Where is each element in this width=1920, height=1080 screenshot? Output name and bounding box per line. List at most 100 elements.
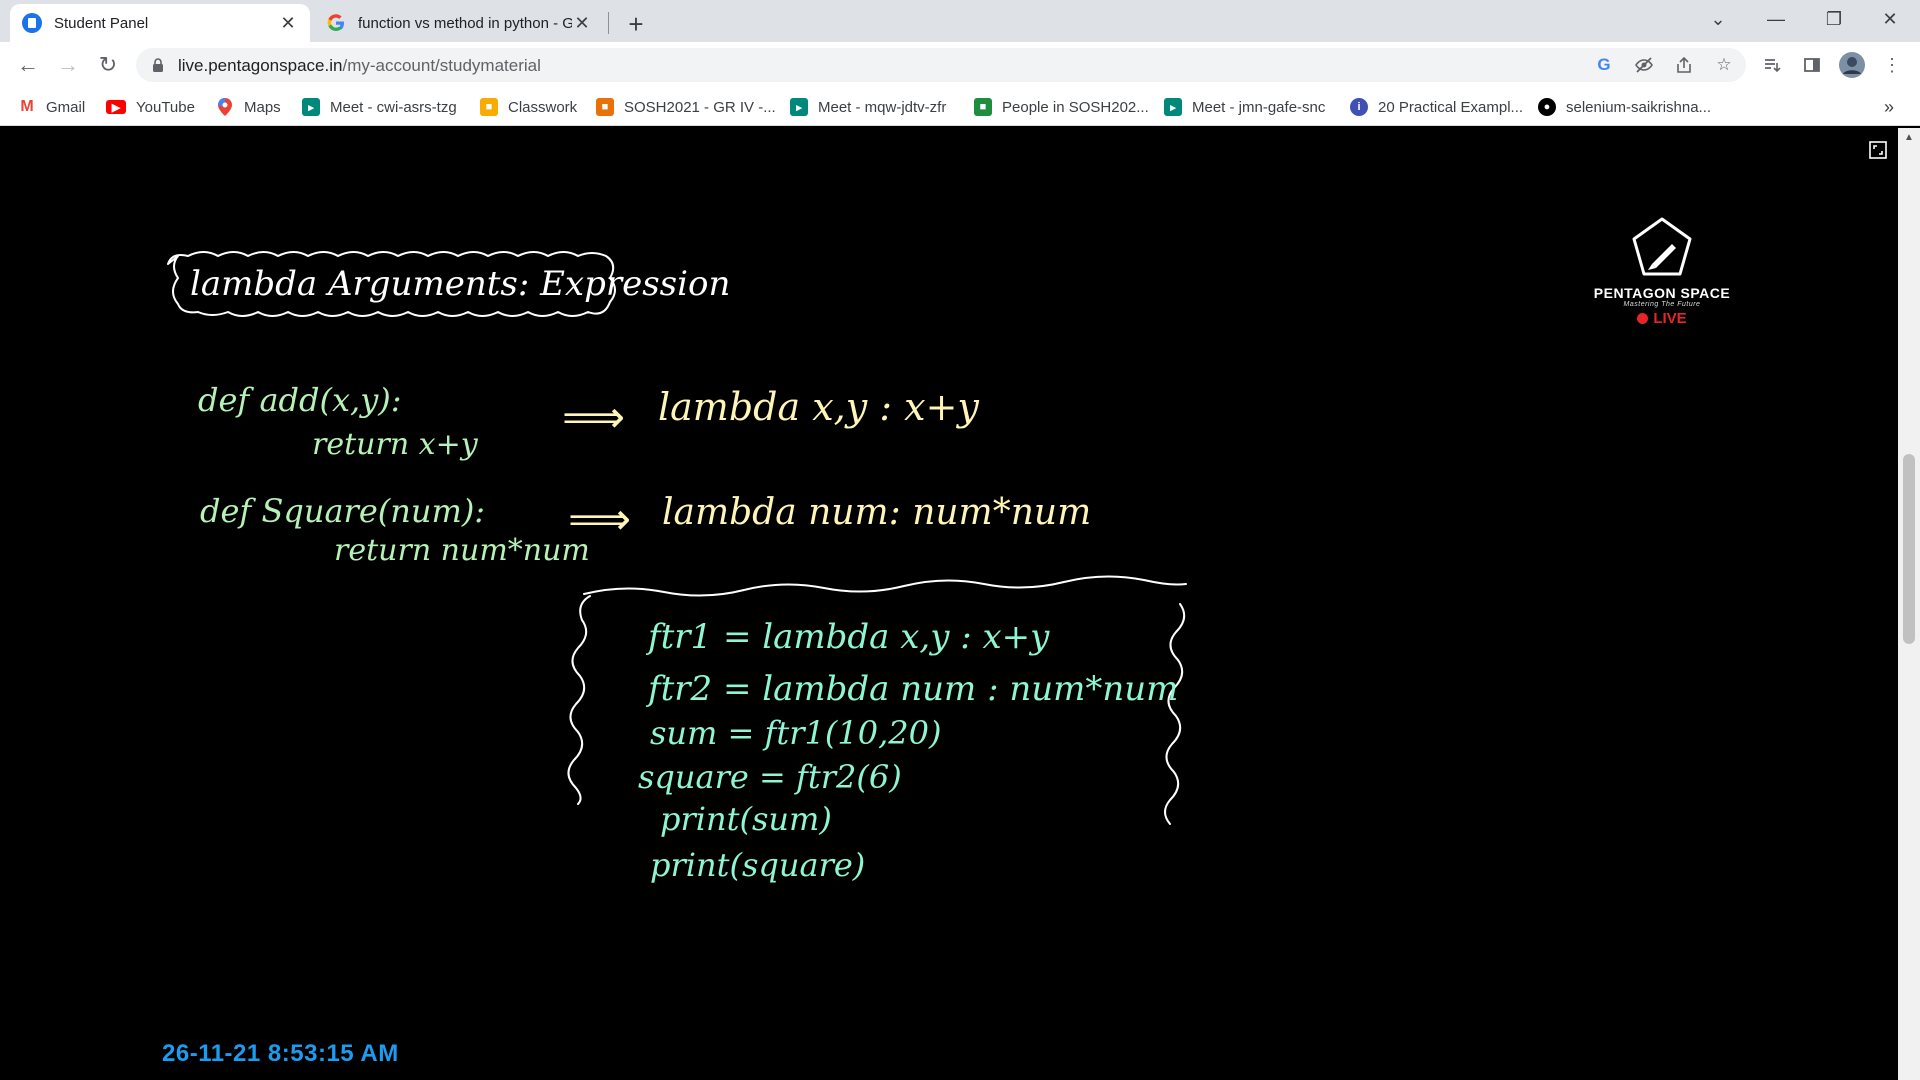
bookmarks-overflow-button[interactable]: »	[1884, 97, 1894, 117]
arrow-1-icon: ⟹	[562, 392, 625, 443]
back-button[interactable]: ←	[12, 49, 44, 81]
lock-icon	[153, 58, 163, 72]
minimize-button[interactable]: —	[1748, 0, 1804, 38]
arrow-right-icon: →	[57, 52, 79, 77]
eye-off-icon[interactable]	[1632, 53, 1656, 77]
url-path: /my-account/studymaterial	[342, 56, 541, 75]
classroom-icon: ■	[480, 98, 498, 116]
live-dot-icon	[1637, 313, 1649, 324]
lambda-square-text: lambda num: num*num	[662, 492, 1091, 533]
tab-student-panel[interactable]: Student Panel ✕	[10, 4, 310, 42]
new-tab-button[interactable]: +	[620, 8, 652, 40]
box-line-ftr2: ftr2 = lambda num : num*num	[645, 669, 1178, 709]
tab-search-button[interactable]: ⌄	[1690, 0, 1746, 38]
bookmark-label: Maps	[244, 98, 281, 116]
restore-icon: ❐	[1825, 8, 1843, 29]
site-icon: i	[1350, 98, 1368, 116]
live-badge: LIVE	[1588, 310, 1736, 327]
arrow-left-icon: ←	[17, 52, 39, 77]
bookmark-label: Classwork	[508, 98, 578, 116]
browser-toolbar: ← → ↻ live.pentagonspace.in/my-account/s…	[0, 42, 1920, 88]
reading-list-icon[interactable]	[1758, 51, 1786, 79]
scroll-up-icon[interactable]: ▲	[1903, 132, 1915, 144]
close-window-button[interactable]: ✕	[1862, 0, 1918, 38]
tab-title: function vs method in python - G	[358, 14, 572, 32]
bookmark-label: YouTube	[136, 98, 195, 116]
bookmark-meet-3[interactable]: ▸ Meet - jmn-gafe-snc	[1164, 97, 1325, 117]
bookmark-label: SOSH2021 - GR IV -...	[624, 98, 776, 116]
bookmark-gmail[interactable]: M Gmail	[18, 97, 85, 117]
url-host: live.pentagonspace.in	[178, 56, 343, 75]
youtube-icon: ▶	[106, 100, 126, 114]
close-tab-icon[interactable]: ✕	[572, 13, 592, 33]
bookmark-label: Gmail	[46, 98, 86, 116]
forward-button[interactable]: →	[52, 49, 84, 81]
meet-icon: ▸	[302, 98, 320, 116]
video-timestamp: 26-11-21 8:53:15 AM	[162, 1040, 399, 1067]
meet-icon: ▸	[1164, 98, 1182, 116]
box-line-sum: sum = ftr1(10,20)	[650, 714, 941, 752]
share-icon[interactable]	[1672, 53, 1696, 77]
return-square-line: return num*num	[334, 533, 590, 568]
close-icon: ✕	[1882, 8, 1898, 29]
side-panel-icon[interactable]	[1798, 51, 1826, 79]
reload-icon: ↻	[98, 52, 118, 77]
tab-strip: Student Panel ✕ function vs method in py…	[0, 0, 1920, 42]
bookmarks-bar: M Gmail ▶ YouTube Maps ▸ Meet - cwi-asrs-tz…	[0, 88, 1920, 126]
reload-button[interactable]: ↻	[92, 49, 124, 81]
scrollbar-thumb[interactable]	[1903, 454, 1915, 644]
meet-icon: ▸	[790, 98, 808, 116]
address-bar[interactable]: live.pentagonspace.in/my-account/studyma…	[136, 48, 1746, 82]
lambda-add-text: lambda x,y : x+y	[658, 385, 979, 429]
kebab-menu-icon[interactable]: ⋮	[1878, 51, 1906, 79]
bookmark-meet-2[interactable]: ▸ Meet - mqw-jdtv-zfr	[790, 97, 946, 117]
heading-text: lambda Arguments: Expression	[190, 264, 730, 304]
google-favicon-icon	[327, 14, 344, 31]
bookmark-label: 20 Practical Exampl...	[1378, 98, 1524, 116]
box-line-print-square: print(square)	[650, 846, 865, 884]
bookmark-label: Meet - jmn-gafe-snc	[1192, 98, 1326, 116]
gmail-icon: M	[18, 98, 36, 116]
page-scrollbar[interactable]: ▲	[1898, 128, 1920, 1080]
bookmark-label: People in SOSH202...	[1002, 98, 1149, 116]
bookmark-sosh2021[interactable]: ■ SOSH2021 - GR IV -...	[596, 97, 776, 117]
logo-brand: PENTAGON SPACE	[1593, 285, 1731, 301]
logo-tagline: Mastering The Future	[1623, 301, 1701, 308]
maps-icon	[216, 98, 234, 116]
bookmark-people[interactable]: ■ People in SOSH202...	[974, 97, 1149, 117]
bookmark-practical-examples[interactable]: i 20 Practical Exampl...	[1350, 97, 1523, 117]
classroom-icon: ■	[596, 98, 614, 116]
live-label: LIVE	[1653, 310, 1687, 327]
url-text: live.pentagonspace.in/my-account/studyma…	[178, 56, 541, 76]
profile-avatar[interactable]	[1838, 51, 1866, 79]
google-lens-icon[interactable]: G	[1592, 53, 1616, 77]
box-line-print-sum: print(sum)	[660, 800, 832, 838]
chevron-down-icon: ⌄	[1710, 8, 1726, 29]
tab-function-vs-method[interactable]: function vs method in python - G ✕	[314, 4, 604, 42]
github-icon: ●	[1538, 98, 1556, 116]
pentagon-favicon-icon	[22, 13, 42, 33]
tab-title: Student Panel	[54, 14, 149, 32]
bookmark-label: selenium-saikrishna...	[1566, 98, 1712, 116]
bookmark-maps[interactable]: Maps	[216, 97, 281, 117]
def-square-line: def Square(num):	[200, 492, 485, 530]
lecture-video[interactable]: lambda Arguments: Expression def add(x,y…	[0, 128, 1898, 1080]
star-icon[interactable]: ☆	[1712, 53, 1736, 77]
minimize-icon: —	[1767, 8, 1785, 29]
bookmark-label: Meet - mqw-jdtv-zfr	[818, 98, 947, 116]
classroom-icon: ■	[974, 98, 992, 116]
arrow-2-icon: ⟹	[568, 494, 631, 545]
pentagon-space-logo: PENTAGON SPACE Mastering The Future LIVE	[1588, 216, 1736, 327]
bookmark-label: Meet - cwi-asrs-tzg	[330, 98, 457, 116]
bookmark-meet-1[interactable]: ▸ Meet - cwi-asrs-tzg	[302, 97, 457, 117]
box-line-ftr1: ftr1 = lambda x,y : x+y	[645, 617, 1050, 657]
bookmark-classwork[interactable]: ■ Classwork	[480, 97, 577, 117]
tab-separator	[608, 12, 609, 34]
bookmark-github[interactable]: ● selenium-saikrishna...	[1538, 97, 1711, 117]
bookmark-youtube[interactable]: ▶ YouTube	[106, 97, 195, 117]
close-tab-icon[interactable]: ✕	[278, 13, 298, 33]
restore-button[interactable]: ❐	[1806, 0, 1862, 38]
def-add-line: def add(x,y):	[198, 381, 402, 419]
return-add-line: return x+y	[312, 427, 479, 462]
pentagon-pen-icon	[1632, 217, 1692, 276]
